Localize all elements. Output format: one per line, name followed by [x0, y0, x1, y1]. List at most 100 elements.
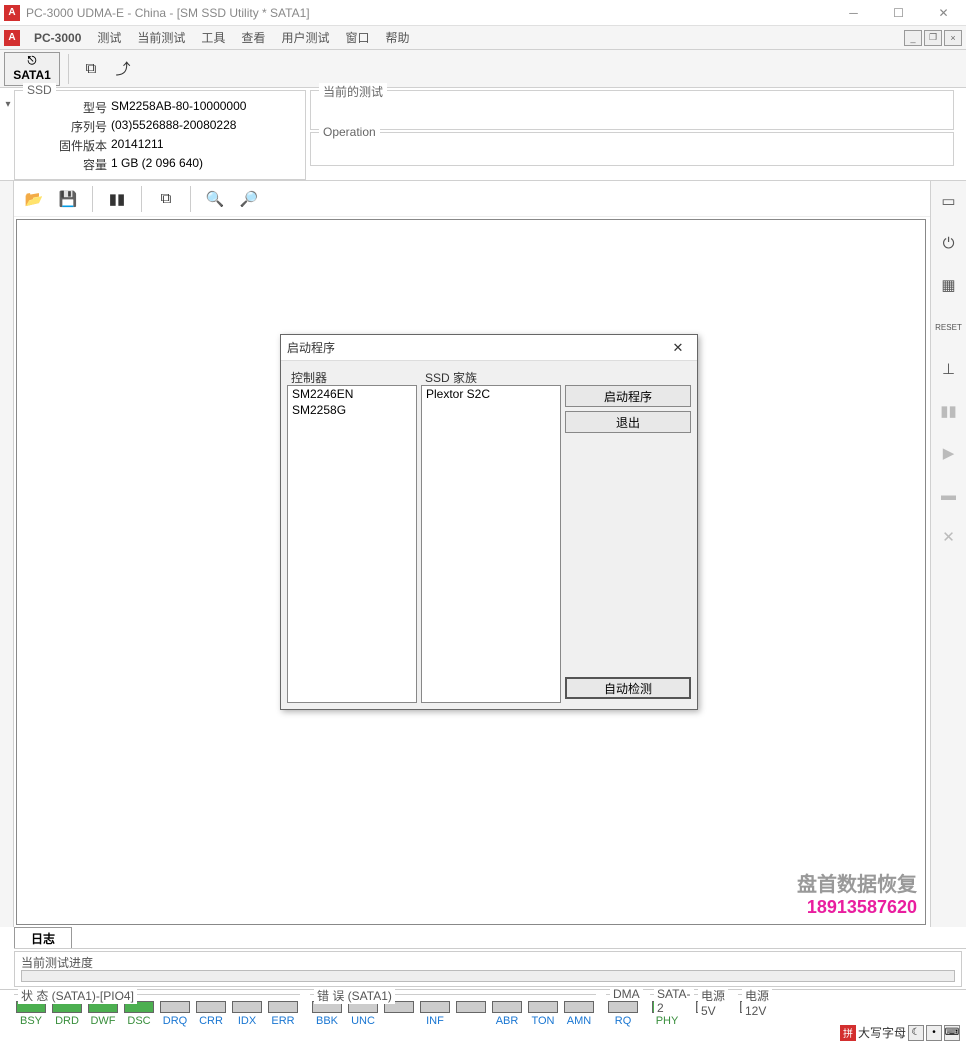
status-group-state: 状 态 (SATA1)-[PIO4]BSYDRDDWFDSCDRQCRRIDXE…: [14, 994, 300, 1027]
menu-tools[interactable]: 工具: [193, 29, 233, 46]
menu-view[interactable]: 查看: [233, 29, 273, 46]
chip2-icon[interactable]: ▬: [935, 481, 963, 509]
led-cell: IDX: [230, 1001, 264, 1027]
pause-button[interactable]: ▮▮: [103, 185, 131, 213]
pause-icon[interactable]: ▮▮: [935, 397, 963, 425]
status-group-dma: DMARQ: [606, 994, 640, 1027]
menubar-icon: A: [4, 30, 20, 46]
controller-list[interactable]: SM2246ENSM2258G: [287, 385, 417, 703]
menu-help[interactable]: 帮助: [377, 29, 417, 46]
led-label: DRQ: [158, 1015, 192, 1027]
open-button[interactable]: 📂: [20, 185, 48, 213]
current-test-legend: 当前的测试: [319, 83, 387, 100]
led-label: PHY: [650, 1015, 684, 1027]
ssd-info-panel: SSD 型号 SM2258AB-80-10000000 序列号 (03)5526…: [14, 90, 306, 180]
window-title: PC-3000 UDMA-E - China - [SM SSD Utility…: [26, 6, 310, 20]
sata-tab-label: SATA1: [13, 68, 51, 82]
status-group-label: 电源 12V: [742, 987, 772, 1018]
led-cell: INF: [418, 1001, 452, 1027]
led-cell: [454, 1001, 488, 1027]
separator: [92, 186, 93, 212]
led-label: RQ: [606, 1015, 640, 1027]
operation-legend: Operation: [319, 125, 380, 139]
dialog-titlebar[interactable]: 启动程序 ✕: [281, 335, 697, 361]
minimize-button[interactable]: ─: [831, 0, 876, 26]
right-toolbar: ▭ ⏻ ▦ RESET ⊥ ▮▮ ▶ ▬ ✕: [930, 181, 966, 927]
reset-icon[interactable]: RESET: [935, 313, 963, 341]
copy-button[interactable]: ⧉: [77, 55, 105, 83]
controller-item[interactable]: SM2258G: [288, 402, 416, 418]
ime-moon-icon[interactable]: ☾: [908, 1025, 924, 1041]
probe-icon[interactable]: ⊥: [935, 355, 963, 383]
led-label: ERR: [266, 1015, 300, 1027]
led-label: AMN: [562, 1015, 596, 1027]
led-label: CRR: [194, 1015, 228, 1027]
close-button[interactable]: ✕: [921, 0, 966, 26]
menu-test[interactable]: 测试: [89, 29, 129, 46]
viewer-toolbar: 📂 💾 ▮▮ ⧉ 🔍 🔎: [14, 181, 930, 217]
led-indicator: [492, 1001, 522, 1013]
led-indicator: [196, 1001, 226, 1013]
find-button[interactable]: 🔍: [201, 185, 229, 213]
controller-header: 控制器: [287, 367, 417, 385]
menu-user-test[interactable]: 用户测试: [273, 29, 337, 46]
ime-kb-icon[interactable]: ⌨: [944, 1025, 960, 1041]
mdi-restore-button[interactable]: ❐: [924, 30, 942, 46]
status-group-error: 错 误 (SATA1)BBKUNCINFABRTONAMN: [310, 994, 596, 1027]
chip-icon[interactable]: ▭: [935, 187, 963, 215]
dialog-close-button[interactable]: ✕: [665, 338, 691, 358]
titlebar: A PC-3000 UDMA-E - China - [SM SSD Utili…: [0, 0, 966, 26]
status-group-12v: 电源 12V: [738, 994, 772, 1015]
save-button[interactable]: 💾: [54, 185, 82, 213]
led-cell: ERR: [266, 1001, 300, 1027]
play-icon[interactable]: ▶: [935, 439, 963, 467]
controller-item[interactable]: SM2246EN: [288, 386, 416, 402]
led-cell: AMN: [562, 1001, 596, 1027]
copy-all-button[interactable]: ⧉: [152, 185, 180, 213]
maximize-button[interactable]: ☐: [876, 0, 921, 26]
led-label: ABR: [490, 1015, 524, 1027]
mdi-minimize-button[interactable]: _: [904, 30, 922, 46]
operation-panel: Operation: [310, 132, 954, 166]
ssd-serial-label: 序列号: [37, 118, 107, 135]
exit-dialog-button[interactable]: 退出: [565, 411, 691, 433]
led-indicator: [528, 1001, 558, 1013]
auto-detect-button[interactable]: 自动检测: [565, 677, 691, 699]
start-button[interactable]: 启动程序: [565, 385, 691, 407]
led-cell: DWF: [86, 1001, 120, 1027]
status-group-label: SATA-2: [654, 987, 694, 1015]
led-indicator: [420, 1001, 450, 1013]
progress-label: 当前测试进度: [21, 954, 93, 971]
led-cell: [382, 1001, 416, 1027]
ssd-family-item[interactable]: Plextor S2C: [422, 386, 560, 402]
sata-tab[interactable]: ⎋ SATA1: [4, 52, 60, 86]
watermark-line1: 盘首数据恢复: [797, 868, 917, 897]
app-icon: A: [4, 5, 20, 21]
expand-toggle[interactable]: ▾: [4, 100, 12, 108]
status-group-label: 错 误 (SATA1): [314, 987, 395, 1004]
separator: [68, 54, 69, 84]
led-cell: BSY: [14, 1001, 48, 1027]
tab-log[interactable]: 日志: [14, 927, 72, 948]
ime-icon[interactable]: 拼: [840, 1025, 856, 1041]
settings-icon[interactable]: ✕: [935, 523, 963, 551]
ssd-capacity-label: 容量: [37, 156, 107, 173]
power-icon[interactable]: ⏻: [935, 229, 963, 257]
led-label: IDX: [230, 1015, 264, 1027]
separator: [141, 186, 142, 212]
menubar: A PC-3000 测试 当前测试 工具 查看 用户测试 窗口 帮助 _ ❐ ×: [0, 26, 966, 50]
find-next-button[interactable]: 🔎: [235, 185, 263, 213]
exit-button[interactable]: ⤴: [109, 55, 137, 83]
led-indicator: [564, 1001, 594, 1013]
ssd-family-header: SSD 家族: [421, 367, 561, 385]
menu-current-test[interactable]: 当前测试: [129, 29, 193, 46]
ssd-fw-label: 固件版本: [37, 137, 107, 154]
led-label: DSC: [122, 1015, 156, 1027]
menu-window[interactable]: 窗口: [337, 29, 377, 46]
ime-dot-icon[interactable]: •: [926, 1025, 942, 1041]
ic-icon[interactable]: ▦: [935, 271, 963, 299]
led-indicator: [456, 1001, 486, 1013]
ime-text: 大写字母: [858, 1024, 906, 1041]
mdi-close-button[interactable]: ×: [944, 30, 962, 46]
ssd-family-list[interactable]: Plextor S2C: [421, 385, 561, 703]
